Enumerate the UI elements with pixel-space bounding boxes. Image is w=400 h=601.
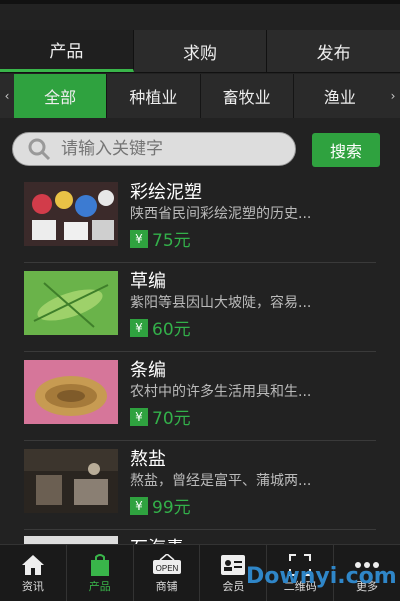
home-icon bbox=[21, 555, 44, 575]
nav-label: 商铺 bbox=[155, 580, 178, 593]
item-price: 60元 bbox=[152, 320, 191, 340]
item-desc: 陕西省民间彩绘泥塑的历史... bbox=[130, 206, 312, 222]
list-item[interactable]: 熬盐 熬盐，曾经是富平、蒲城两... ¥99元 bbox=[24, 441, 376, 530]
category-planting[interactable]: 种植业 bbox=[107, 74, 201, 118]
yen-icon: ¥ bbox=[130, 229, 148, 248]
open-sign-icon: OPEN bbox=[152, 554, 181, 574]
id-card-icon bbox=[221, 555, 246, 575]
list-item[interactable]: 条编 农村中的许多生活用具和生... ¥70元 bbox=[24, 352, 376, 441]
item-desc: 紫阳等县因山大坡陡，容易... bbox=[130, 295, 312, 311]
shopping-bag-icon bbox=[90, 554, 109, 576]
yen-icon: ¥ bbox=[130, 318, 148, 337]
watermark: Downyi.com bbox=[246, 564, 397, 589]
item-title: 熬盐 bbox=[130, 449, 166, 470]
nav-products[interactable]: 产品 bbox=[67, 545, 134, 601]
search-box[interactable] bbox=[12, 132, 296, 166]
nav-label: 资讯 bbox=[21, 580, 44, 593]
status-bar bbox=[0, 0, 400, 4]
item-desc: 农村中的许多生活用具和生... bbox=[130, 384, 312, 400]
product-image bbox=[24, 449, 118, 513]
product-image bbox=[24, 271, 118, 335]
product-list: 彩绘泥塑 陕西省民间彩绘泥塑的历史... ¥75元 草编 紫阳等县因山大坡陡，容… bbox=[24, 174, 376, 530]
tab-products[interactable]: 产品 bbox=[0, 30, 134, 72]
search-icon bbox=[28, 138, 51, 161]
chevron-left-icon[interactable]: ‹ bbox=[0, 74, 14, 118]
yen-icon: ¥ bbox=[130, 496, 148, 515]
search-button[interactable]: 搜索 bbox=[312, 133, 380, 167]
yen-icon: ¥ bbox=[130, 407, 148, 426]
category-bar: ‹ 全部 种植业 畜牧业 渔业 › bbox=[0, 74, 400, 118]
search-input[interactable] bbox=[59, 138, 283, 160]
nav-label: 会员 bbox=[222, 580, 245, 593]
nav-label: 产品 bbox=[88, 580, 111, 593]
tab-wanted[interactable]: 求购 bbox=[134, 30, 268, 72]
category-livestock[interactable]: 畜牧业 bbox=[201, 74, 294, 118]
category-fishery[interactable]: 渔业 bbox=[294, 74, 386, 118]
list-item[interactable]: 彩绘泥塑 陕西省民间彩绘泥塑的历史... ¥75元 bbox=[24, 174, 376, 263]
item-price: 70元 bbox=[152, 409, 191, 429]
product-image bbox=[24, 182, 118, 246]
partial-image bbox=[24, 536, 118, 544]
product-image bbox=[24, 360, 118, 424]
item-title: 条编 bbox=[130, 360, 166, 381]
nav-news[interactable]: 资讯 bbox=[0, 545, 67, 601]
item-desc: 熬盐，曾经是富平、蒲城两... bbox=[130, 473, 312, 489]
category-all[interactable]: 全部 bbox=[14, 74, 108, 118]
item-price: 75元 bbox=[152, 231, 191, 251]
item-title: 草编 bbox=[130, 271, 166, 292]
item-title: 彩绘泥塑 bbox=[130, 182, 202, 203]
svg-text:OPEN: OPEN bbox=[155, 564, 178, 573]
tab-publish[interactable]: 发布 bbox=[267, 30, 400, 72]
nav-shops[interactable]: OPEN 商铺 bbox=[134, 545, 201, 601]
top-tabs: 产品 求购 发布 bbox=[0, 30, 400, 73]
list-item[interactable]: 草编 紫阳等县因山大坡陡，容易... ¥60元 bbox=[24, 263, 376, 352]
item-price: 99元 bbox=[152, 498, 191, 518]
chevron-right-icon[interactable]: › bbox=[386, 74, 400, 118]
partial-item-title: 石海青 bbox=[130, 534, 184, 544]
